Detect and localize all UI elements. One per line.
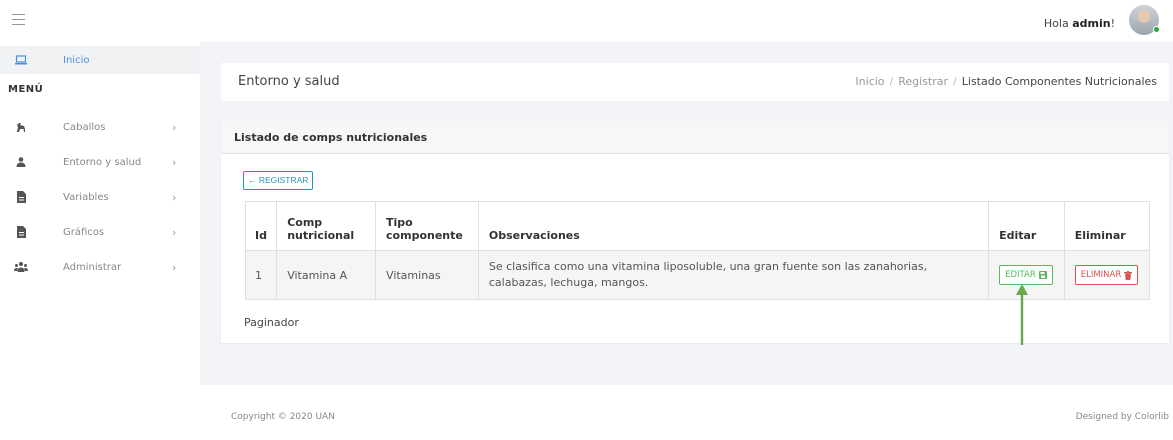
sidebar-item-variables[interactable]: Variables › <box>0 183 200 211</box>
column-header-editar: Editar <box>988 201 1065 251</box>
components-table: Id Comp nutricional Tipo componente Obse… <box>244 201 1151 300</box>
cell-id: 1 <box>244 250 278 300</box>
sidebar-item-label: Administrar <box>63 261 122 273</box>
chevron-right-icon: › <box>172 190 177 204</box>
card-title: Listado de comps nutricionales <box>234 131 428 144</box>
horse-icon <box>14 120 28 134</box>
footer: Copyright © 2020 UAN Designed by Colorli… <box>200 385 1173 440</box>
cell-comp: Vitamina A <box>276 250 377 300</box>
cell-tipo: Vitaminas <box>375 250 479 300</box>
breadcrumb-inicio[interactable]: Inicio <box>855 75 884 88</box>
save-icon <box>1038 271 1047 279</box>
page-header: Entorno y salud Inicio / Registrar / Listado… <box>221 63 1169 101</box>
column-header-comp: Comp nutricional <box>276 201 377 251</box>
sidebar-item-entorno-y-salud[interactable]: Entorno y salud › <box>0 148 200 176</box>
edit-button[interactable]: EDITAR <box>999 265 1053 285</box>
breadcrumb-registrar[interactable]: Registrar <box>898 75 948 88</box>
column-header-eliminar: Eliminar <box>1063 201 1151 251</box>
sidebar-item-administrar[interactable]: Administrar › <box>0 253 200 281</box>
sidebar-item-label: Gráficos <box>63 226 105 238</box>
avatar[interactable] <box>1129 5 1160 35</box>
chevron-right-icon: › <box>172 120 177 134</box>
sidebar-item-label: Variables <box>63 191 109 203</box>
cell-eliminar: ELIMINAR <box>1063 250 1151 300</box>
chevron-right-icon: › <box>172 225 177 239</box>
document-icon <box>14 225 28 239</box>
card-header: Listado de comps nutricionales <box>221 121 1169 154</box>
delete-button-label: ELIMINAR <box>1080 270 1122 280</box>
column-header-tipo: Tipo componente <box>375 201 479 251</box>
sidebar-item-label: Entorno y salud <box>63 156 142 168</box>
sidebar-item-inicio[interactable]: Inicio <box>0 46 200 74</box>
sidebar-item-label: Caballos <box>63 121 106 133</box>
laptop-icon <box>14 53 28 67</box>
greeting-prefix: Hola <box>1043 17 1073 30</box>
sidebar-item-caballos[interactable]: Caballos › <box>0 113 200 141</box>
person-icon <box>14 155 28 169</box>
paginator: Paginador <box>244 316 299 329</box>
annotation-arrow-icon <box>1016 284 1028 345</box>
user-greeting: Hola admin! <box>1044 17 1115 30</box>
menu-heading: MENÚ <box>8 84 44 95</box>
sidebar-item-label: Inicio <box>63 54 90 66</box>
breadcrumb-separator: / <box>953 75 957 88</box>
chevron-right-icon: › <box>172 260 177 274</box>
cell-observaciones: Se clasifica como una vitamina liposolub… <box>477 250 990 300</box>
page-title: Entorno y salud <box>238 74 340 89</box>
breadcrumb: Inicio / Registrar / Listado Componentes Nut… <box>855 75 1157 88</box>
edit-button-label: EDITAR <box>1005 270 1036 280</box>
column-header-id: Id <box>244 201 278 251</box>
greeting-suffix: ! <box>1110 17 1115 30</box>
breadcrumb-separator: / <box>889 75 894 88</box>
top-bar: Hola admin! <box>0 0 1173 42</box>
column-header-observaciones: Observaciones <box>477 201 990 251</box>
sidebar-item-graficos[interactable]: Gráficos › <box>0 218 200 246</box>
register-button[interactable]: ← REGISTRAR <box>243 171 314 190</box>
table-header-row: Id Comp nutricional Tipo componente Obse… <box>244 201 1151 251</box>
delete-button[interactable]: ELIMINAR <box>1074 265 1139 285</box>
sidebar: Inicio MENÚ Caballos › Entorno y salud ›… <box>0 42 200 440</box>
online-status-icon <box>1153 26 1160 33</box>
trash-icon <box>1124 270 1133 280</box>
username: admin <box>1072 17 1111 30</box>
hamburger-menu-icon[interactable] <box>12 14 25 25</box>
table-row: 1 Vitamina A Vitaminas Se clasifica como… <box>244 250 1151 300</box>
users-icon <box>14 260 28 274</box>
designed-by-link[interactable]: Designed by Colorlib <box>1076 412 1169 422</box>
breadcrumb-current: Listado Componentes Nutricionales <box>961 75 1157 88</box>
document-icon <box>14 190 28 204</box>
chevron-right-icon: › <box>172 155 177 169</box>
copyright-text: Copyright © 2020 UAN <box>231 412 335 422</box>
